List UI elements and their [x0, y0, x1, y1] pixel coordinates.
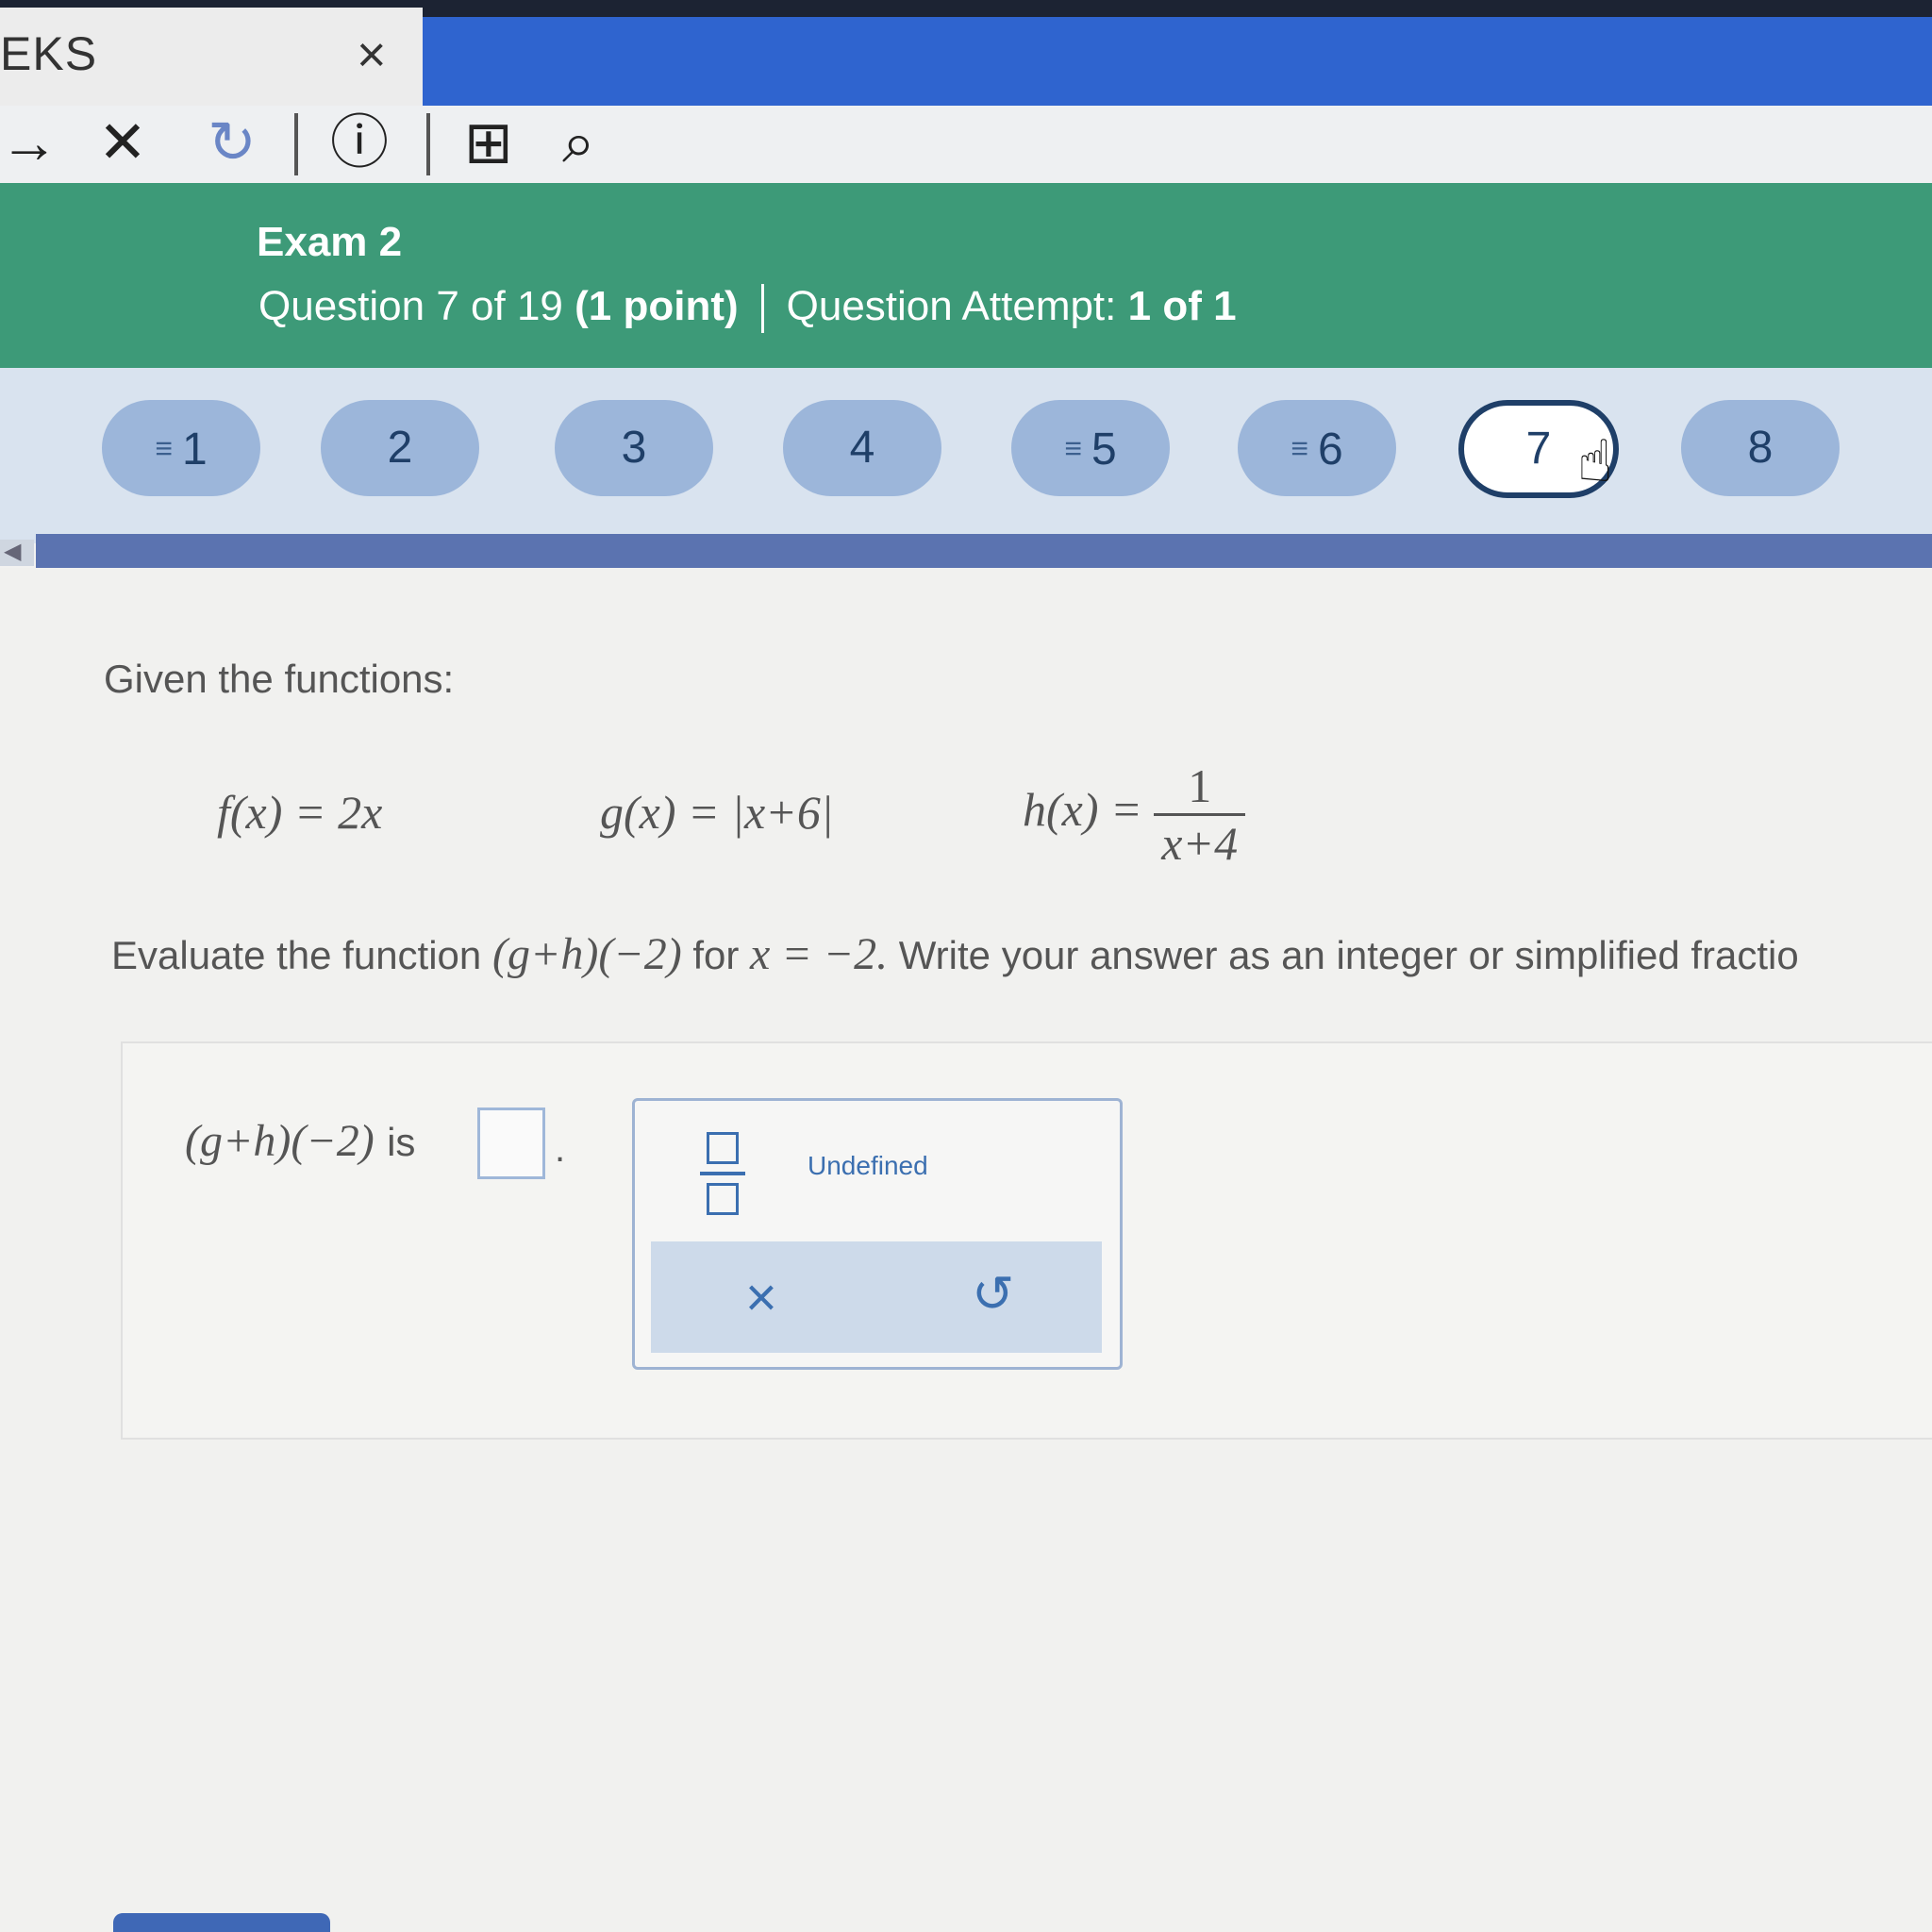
header-divider	[760, 284, 764, 334]
clear-icon[interactable]: ×	[745, 1266, 777, 1329]
forward-icon[interactable]: →	[0, 106, 58, 181]
info-icon[interactable]: ⓘ	[330, 106, 389, 181]
answer-label: (g+h)(−2) is	[185, 1115, 415, 1167]
tab-strip	[423, 17, 1932, 115]
question-nav-item-4[interactable]: 4	[783, 400, 941, 496]
fraction-denominator: x+4	[1161, 817, 1239, 870]
question-nav-item-6[interactable]: ≡ 6	[1238, 400, 1396, 496]
exam-title: Exam 2	[257, 219, 403, 265]
attempt-label: Question Attempt:	[786, 283, 1117, 329]
question-nav-item-2[interactable]: 2	[321, 400, 479, 496]
answer-period: .	[555, 1128, 566, 1170]
attempt-value: 1 of 1	[1127, 283, 1237, 329]
stop-icon[interactable]: ✕	[98, 106, 147, 181]
fraction-icon[interactable]	[700, 1132, 745, 1215]
undo-icon[interactable]: ↺	[972, 1264, 1014, 1324]
function-h: h(x) = 1 x+4	[1023, 758, 1246, 871]
bottom-button-edge[interactable]	[113, 1913, 330, 1932]
browser-tab[interactable]: EKS ×	[0, 8, 423, 108]
instruction-expression: (g+h)(−2)	[491, 929, 682, 979]
answer-input[interactable]	[477, 1108, 545, 1179]
function-f: f(x) = 2x	[217, 786, 383, 839]
question-nav-item-5[interactable]: ≡ 5	[1011, 400, 1170, 496]
question-counter: Question 7 of 19	[258, 283, 563, 329]
answer-is: is	[387, 1120, 416, 1164]
function-h-lhs: h(x) =	[1023, 782, 1142, 836]
tab-close-icon[interactable]: ×	[357, 26, 387, 83]
answer-expression: (g+h)(−2)	[185, 1116, 375, 1166]
question-points: (1 point)	[575, 283, 739, 329]
tab-title: EKS	[0, 27, 98, 80]
reload-icon[interactable]: ↻	[208, 106, 257, 181]
fraction-numerator: 1	[1154, 758, 1246, 816]
keypad-action-bar	[651, 1241, 1102, 1353]
instruction-text: Evaluate the function (g+h)(−2) for x = …	[111, 929, 1799, 979]
question-nav-item-1[interactable]: ≡ 1	[102, 400, 260, 496]
undefined-button[interactable]: Undefined	[808, 1151, 928, 1181]
hand-cursor-icon: ☝	[1577, 429, 1613, 494]
question-nav	[0, 368, 1932, 543]
browser-toolbar: → ✕ ↻ ⓘ ⊞ ⌕	[0, 106, 1932, 183]
question-nav-item-3[interactable]: 3	[555, 400, 713, 496]
function-g: g(x) = |x+6|	[600, 786, 834, 839]
toolbar-separator	[426, 113, 430, 175]
toolbar-separator	[294, 113, 298, 175]
fraction: 1 x+4	[1154, 758, 1246, 871]
question-nav-item-8[interactable]: 8	[1681, 400, 1840, 496]
question-status: Question 7 of 19 (1 point) Question Attem…	[258, 283, 1237, 334]
instruction-condition: x = −2.	[750, 929, 889, 979]
flag-icon: ≡	[1291, 431, 1308, 465]
flag-icon: ≡	[1064, 431, 1082, 465]
flag-icon: ≡	[155, 431, 173, 465]
progress-bar	[36, 534, 1932, 568]
chevron-left-icon[interactable]: ◀	[4, 538, 21, 565]
search-icon[interactable]: ⌕	[562, 106, 595, 181]
add-page-icon[interactable]: ⊞	[464, 106, 513, 181]
exam-header	[0, 183, 1932, 368]
given-text: Given the functions:	[104, 657, 455, 701]
